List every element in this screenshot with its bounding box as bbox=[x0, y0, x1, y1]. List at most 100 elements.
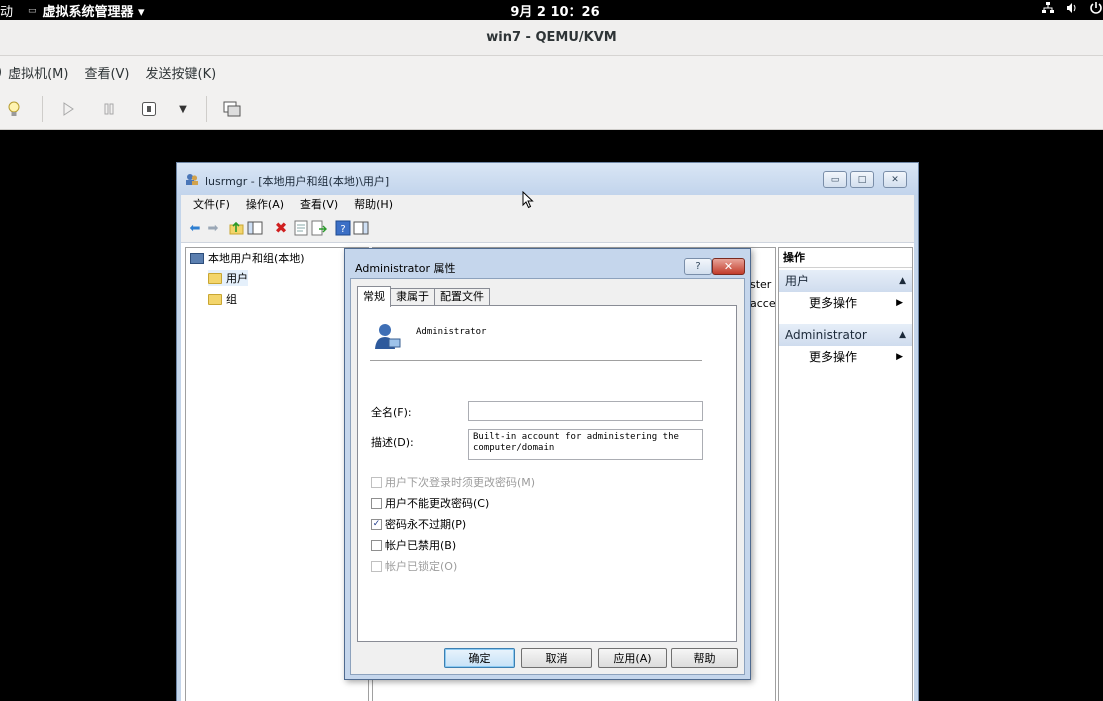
maximize-icon: □ bbox=[857, 174, 867, 185]
folder-icon bbox=[208, 293, 222, 305]
back-arrow-icon[interactable]: ⬅ bbox=[187, 220, 203, 236]
app-menu[interactable]: ▭ 虚拟系统管理器 ▾ bbox=[28, 1, 145, 20]
chevron-right-icon: ▶ bbox=[896, 352, 903, 362]
clock[interactable]: 9月 2 10：26 bbox=[500, 1, 610, 20]
collapse-icon: ▲ bbox=[899, 330, 906, 340]
close-button[interactable]: ✕ bbox=[883, 171, 907, 188]
dialog-title: Administrator 属性 bbox=[355, 262, 456, 275]
play-icon[interactable] bbox=[58, 97, 78, 121]
general-tab-panel: Administrator 全名(F): 描述(D): Built-in acc… bbox=[357, 305, 737, 642]
fullname-input[interactable] bbox=[468, 401, 703, 421]
navigation-tree: 本地用户和组(本地) 用户 组 bbox=[185, 247, 369, 701]
actions-section-administrator-label: Administrator bbox=[785, 328, 867, 342]
svg-text:?: ? bbox=[340, 224, 345, 235]
vm-menu-fragment[interactable]: ) bbox=[0, 65, 2, 80]
cannot-change-password-checkbox[interactable]: 用户不能更改密码(C) bbox=[371, 495, 489, 511]
show-hide-tree-icon[interactable] bbox=[247, 220, 263, 236]
up-folder-icon[interactable] bbox=[229, 220, 245, 236]
collapse-icon: ▲ bbox=[899, 276, 906, 286]
help-icon[interactable]: ? bbox=[335, 220, 351, 236]
tab-strip: 常规 隶属于 配置文件 bbox=[357, 286, 490, 307]
virt-manager-app-icon: ▭ bbox=[28, 5, 37, 16]
activities-button[interactable]: 动 bbox=[0, 1, 13, 20]
actions-section-administrator[interactable]: Administrator ▲ bbox=[779, 324, 912, 346]
help-button[interactable]: 帮助 bbox=[671, 648, 738, 668]
cancel-button[interactable]: 取消 bbox=[521, 648, 592, 668]
tree-item-users-label: 用户 bbox=[226, 272, 248, 285]
account-disabled-checkbox[interactable]: 帐户已禁用(B) bbox=[371, 537, 456, 553]
pause-icon[interactable] bbox=[99, 97, 119, 121]
system-tray[interactable] bbox=[1041, 1, 1103, 15]
dialog-close-button[interactable]: ✕ bbox=[712, 258, 745, 275]
action-pane-icon[interactable] bbox=[353, 220, 369, 236]
lusrmgr-menubar: 文件(F) 操作(A) 查看(V) 帮助(H) bbox=[181, 195, 914, 213]
dialog-help-button[interactable]: ? bbox=[684, 258, 712, 275]
properties-icon[interactable] bbox=[293, 220, 309, 236]
tab-general[interactable]: 常规 bbox=[357, 286, 391, 307]
fullname-label: 全名(F): bbox=[371, 406, 412, 419]
mouse-pointer-icon bbox=[522, 191, 534, 209]
list-text-fragment: acce bbox=[750, 297, 776, 310]
vm-menu-send-key[interactable]: 发送按键(K) bbox=[146, 63, 217, 82]
description-input[interactable]: Built-in account for administering the c… bbox=[468, 429, 703, 460]
menu-file[interactable]: 文件(F) bbox=[193, 196, 230, 212]
chevron-down-icon[interactable]: ▼ bbox=[174, 97, 192, 121]
tree-root[interactable]: 本地用户和组(本地) bbox=[190, 250, 305, 266]
tab-member-of[interactable]: 隶属于 bbox=[390, 288, 435, 306]
more-actions-users[interactable]: 更多操作 ▶ bbox=[809, 292, 909, 314]
password-never-expires-label: 密码永不过期(P) bbox=[385, 518, 467, 531]
lusrmgr-toolbar: ⬅ ➡ ✖ ? bbox=[181, 213, 914, 243]
app-menu-label: 虚拟系统管理器 ▾ bbox=[42, 5, 145, 20]
vm-menu-view[interactable]: 查看(V) bbox=[84, 63, 129, 82]
account-locked-label: 帐户已锁定(O) bbox=[385, 560, 458, 573]
more-actions-administrator[interactable]: 更多操作 ▶ bbox=[809, 346, 909, 368]
cannot-change-password-label: 用户不能更改密码(C) bbox=[385, 497, 490, 510]
vm-toolbar: ▼ bbox=[0, 88, 1103, 130]
properties-dialog: Administrator 属性 ? ✕ 常规 隶属于 配置文件 Adminis… bbox=[344, 248, 751, 680]
checkbox-unchecked-icon bbox=[371, 497, 382, 509]
folder-icon bbox=[208, 272, 222, 284]
chevron-right-icon: ▶ bbox=[896, 298, 903, 308]
minimize-icon: ▭ bbox=[830, 174, 840, 185]
volume-icon bbox=[1067, 3, 1076, 13]
export-list-icon[interactable] bbox=[311, 220, 327, 236]
user-account-icon bbox=[375, 324, 401, 349]
must-change-password-label: 用户下次登录时须更改密码(M) bbox=[385, 476, 536, 489]
apply-button[interactable]: 应用(A) bbox=[598, 648, 667, 668]
power-icon bbox=[1090, 2, 1102, 14]
shutdown-icon[interactable] bbox=[138, 97, 160, 121]
checkbox-unchecked-icon bbox=[371, 560, 382, 572]
menu-help[interactable]: 帮助(H) bbox=[354, 196, 393, 212]
list-text-fragment: ster bbox=[750, 278, 772, 291]
delete-icon[interactable]: ✖ bbox=[273, 219, 289, 237]
ok-button[interactable]: 确定 bbox=[444, 648, 515, 668]
password-never-expires-checkbox[interactable]: ✓ 密码永不过期(P) bbox=[371, 516, 466, 532]
vm-menubar: ) 虚拟机(M) 查看(V) 发送按键(K) bbox=[0, 56, 1103, 88]
dialog-content: 常规 隶属于 配置文件 Administrator 全名(F): 描述(D): … bbox=[350, 278, 745, 675]
forward-arrow-icon[interactable]: ➡ bbox=[205, 220, 221, 236]
tree-item-groups[interactable]: 组 bbox=[208, 291, 237, 307]
account-locked-checkbox[interactable]: 帐户已锁定(O) bbox=[371, 558, 457, 574]
fullscreen-icon[interactable] bbox=[221, 97, 243, 121]
minimize-button[interactable]: ▭ bbox=[823, 171, 847, 188]
lightbulb-icon[interactable] bbox=[4, 97, 24, 121]
users-icon bbox=[186, 174, 198, 185]
more-actions-label: 更多操作 bbox=[809, 296, 858, 310]
vm-menu-virtual-machine[interactable]: 虚拟机(M) bbox=[8, 63, 68, 82]
lusrmgr-titlebar[interactable]: lusrmgr - [本地用户和组(本地)\用户] ▭ □ ✕ bbox=[177, 163, 918, 195]
description-label: 描述(D): bbox=[371, 436, 414, 449]
lusrmgr-title: lusrmgr - [本地用户和组(本地)\用户] bbox=[205, 175, 390, 188]
menu-action[interactable]: 操作(A) bbox=[246, 196, 284, 212]
maximize-button[interactable]: □ bbox=[850, 171, 874, 188]
divider bbox=[370, 360, 702, 361]
tree-item-users[interactable]: 用户 bbox=[208, 270, 248, 286]
must-change-password-checkbox[interactable]: 用户下次登录时须更改密码(M) bbox=[371, 474, 535, 490]
computer-icon bbox=[190, 252, 204, 264]
tree-item-groups-label: 组 bbox=[226, 293, 237, 306]
actions-header: 操作 bbox=[779, 248, 912, 268]
tab-profile[interactable]: 配置文件 bbox=[434, 288, 490, 306]
network-icon bbox=[1042, 2, 1054, 13]
actions-section-users[interactable]: 用户 ▲ bbox=[779, 270, 912, 292]
menu-view[interactable]: 查看(V) bbox=[300, 196, 338, 212]
actions-section-users-label: 用户 bbox=[785, 274, 810, 288]
